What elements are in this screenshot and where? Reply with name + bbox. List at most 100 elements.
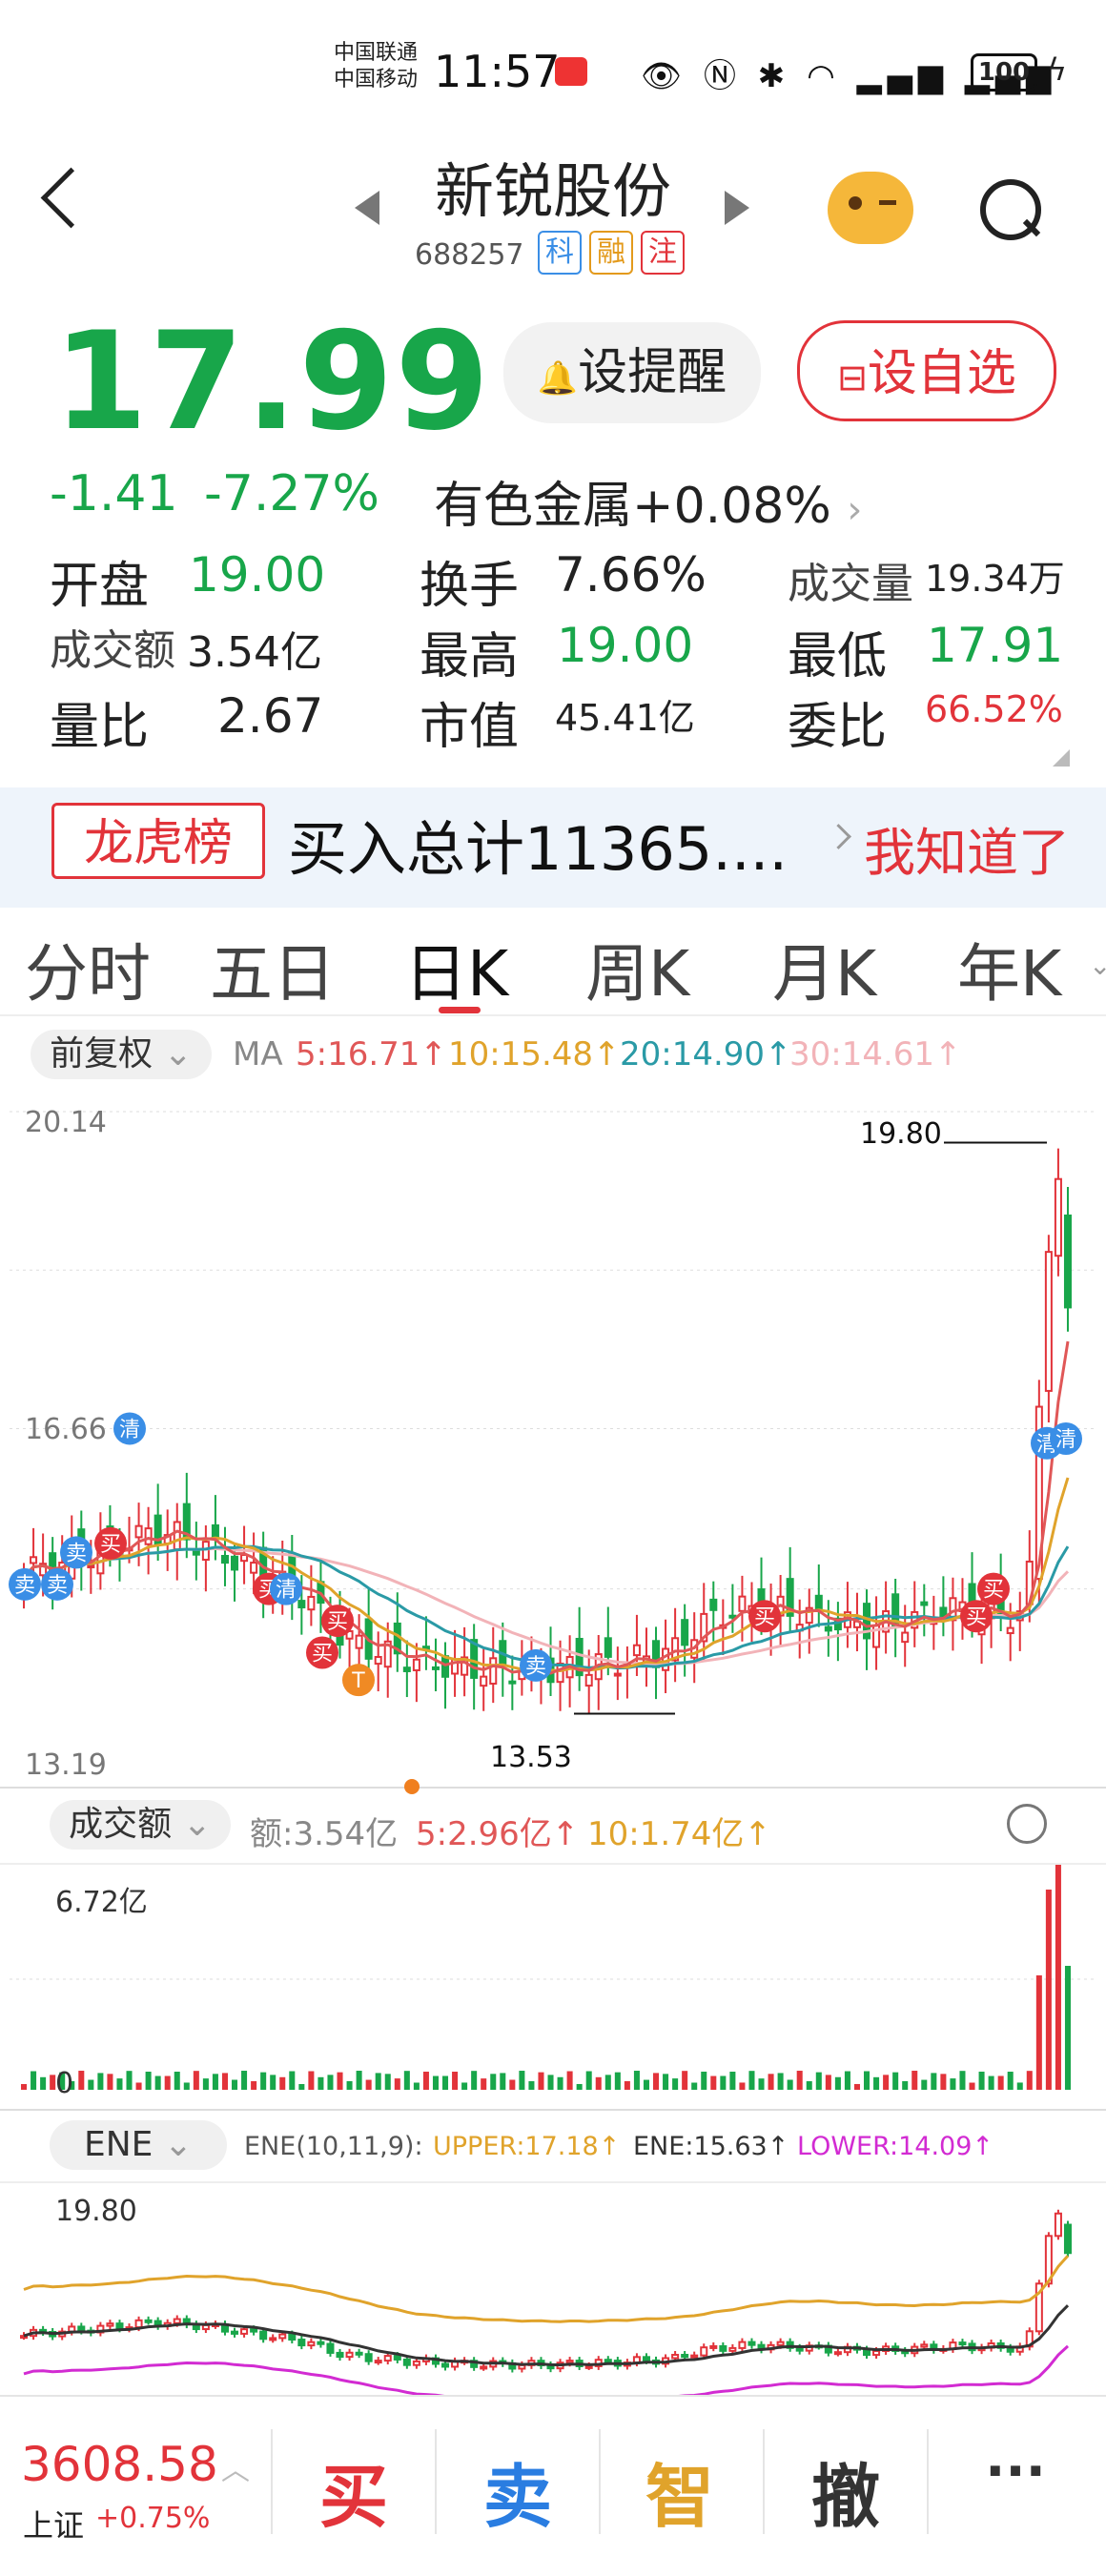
ene-candle-body (393, 2355, 401, 2361)
volume-bar (729, 2072, 736, 2090)
divider (0, 1787, 1106, 1789)
tab-daily-k[interactable]: 日K (404, 923, 508, 1014)
adjust-label: 前复权 (50, 1034, 154, 1073)
ene-candle-body (259, 2330, 268, 2341)
adjust-dropdown[interactable]: 前复权 ⌄ (31, 1030, 212, 1079)
candle-body (441, 1655, 450, 1678)
ene-indicator-dropdown[interactable]: ENE ⌄ (50, 2120, 227, 2170)
volume-bar (864, 2071, 870, 2090)
y-axis-mid: 16.66 (25, 1413, 107, 1446)
volume-bar (624, 2080, 630, 2090)
ene-candle-body (863, 2348, 871, 2357)
ene-candle-body (709, 2344, 718, 2349)
tab-five-day[interactable]: 五日 (210, 923, 336, 1014)
ene-candle-body (1054, 2212, 1062, 2238)
tag-kechuang: 科 (538, 231, 582, 275)
chevron-up-icon[interactable]: ︿ (221, 2446, 250, 2488)
candle-body (901, 1631, 910, 1644)
set-alert-label: 设提醒 (578, 344, 727, 401)
index-value[interactable]: 3608.58 (21, 2437, 218, 2492)
5g-signal-icon: ▂▄▆ (856, 57, 950, 95)
low-label: 最低 (788, 628, 888, 685)
volume-bar (653, 2073, 660, 2090)
settings-icon[interactable] (1007, 1804, 1047, 1844)
trade-marker-label: 买 (312, 1643, 333, 1666)
volume-bar (595, 2076, 602, 2090)
volume-bar (31, 2071, 37, 2090)
ene-upper: UPPER:17.18↑ (433, 2132, 621, 2161)
volume-bar (270, 2075, 276, 2090)
expand-corner-icon[interactable] (1053, 749, 1070, 767)
volume-bar (375, 2073, 381, 2090)
trade-marker-label: 买 (983, 1579, 1004, 1603)
high-label: 最高 (420, 628, 520, 685)
volume-bar (663, 2074, 669, 2090)
cancel-order-button[interactable]: 撤 (774, 2441, 917, 2541)
volume-bar (931, 2073, 937, 2090)
candle-body (355, 1634, 363, 1649)
volume-bar (413, 2082, 420, 2090)
bell-icon: 🔔 (537, 359, 579, 398)
volume-chart[interactable] (0, 1865, 1106, 2109)
ma5-value: 5:16.71↑ (296, 1035, 447, 1073)
dismiss-button[interactable]: 我知道了 (864, 810, 1070, 886)
ene-candle-body (77, 2325, 86, 2332)
volume-bar (116, 2078, 123, 2090)
candle-body (134, 1524, 143, 1539)
candle-body (489, 1657, 498, 1686)
volume-indicator-label: 成交额 (69, 1805, 173, 1844)
tab-intraday[interactable]: 分时 (25, 923, 151, 1014)
volume-bar (528, 2081, 535, 2090)
sector-change: +0.08% (632, 478, 831, 535)
next-stock-icon[interactable] (725, 191, 749, 225)
ene-candle-body (134, 2319, 143, 2329)
ene-candle-body (565, 2360, 574, 2364)
volume-bar (834, 2076, 841, 2090)
ene-candle-body (355, 2351, 363, 2356)
volume-bar (940, 2074, 947, 2090)
divider (763, 2429, 765, 2534)
kline-chart[interactable]: 卖卖卖 买清买清买买T卖买 买买清清 (0, 1087, 1106, 1792)
ene-candle-body (748, 2341, 756, 2346)
ene-chart[interactable] (0, 2183, 1106, 2395)
current-price: 17.99 (53, 303, 492, 460)
chevron-down-icon[interactable]: ⌄ (1089, 950, 1106, 981)
app-notification-icon (555, 57, 587, 86)
trade-marker-label: 清 (1055, 1428, 1076, 1452)
ene-indicator-label: ENE (83, 2125, 154, 2164)
candle-body (681, 1619, 689, 1646)
buy-button[interactable]: 买 (282, 2441, 425, 2541)
index-change: +0.75% (95, 2502, 211, 2535)
ene-upper-line (23, 2255, 1070, 2323)
tab-weekly-k[interactable]: 周K (585, 923, 689, 1014)
volume-bar (1055, 1865, 1061, 2090)
tab-monthly-k[interactable]: 月K (772, 923, 876, 1014)
candle-body (709, 1598, 718, 1611)
candle-body (728, 1614, 737, 1619)
tab-yearly-k[interactable]: 年K (957, 923, 1061, 1014)
volume-bar (356, 2071, 362, 2090)
add-favorite-button[interactable]: ⊟设自选 (797, 320, 1056, 421)
volume-bar (997, 2075, 1004, 2090)
buy-total-text: 买入总计11365.... (288, 814, 789, 884)
mascot-icon[interactable] (828, 172, 913, 244)
volume-bar (78, 2071, 85, 2090)
eye-icon: 👁 (641, 57, 688, 95)
sell-button[interactable]: 卖 (446, 2441, 589, 2541)
carrier-2: 中国移动 (334, 68, 419, 92)
charging-icon: ϟ (1047, 51, 1068, 88)
set-alert-button[interactable]: 🔔设提醒 (503, 322, 761, 423)
mktcap-value: 45.41亿 (555, 697, 695, 739)
ene-candle-body (833, 2351, 842, 2356)
volume-indicator-dropdown[interactable]: 成交额 ⌄ (50, 1800, 231, 1850)
bluetooth-icon: ✱ (757, 57, 791, 95)
tag-registration: 注 (641, 231, 685, 275)
volume-bar (346, 2080, 353, 2090)
ene-candle-body (700, 2346, 708, 2357)
smart-button[interactable]: 智 (608, 2441, 751, 2541)
volume-bar (701, 2071, 707, 2090)
sector-link[interactable]: 有色金属+0.08% › (434, 465, 862, 537)
carrier-1: 中国联通 (334, 41, 419, 65)
more-button[interactable]: ··· (944, 2441, 1087, 2503)
candle-body (30, 1556, 38, 1564)
